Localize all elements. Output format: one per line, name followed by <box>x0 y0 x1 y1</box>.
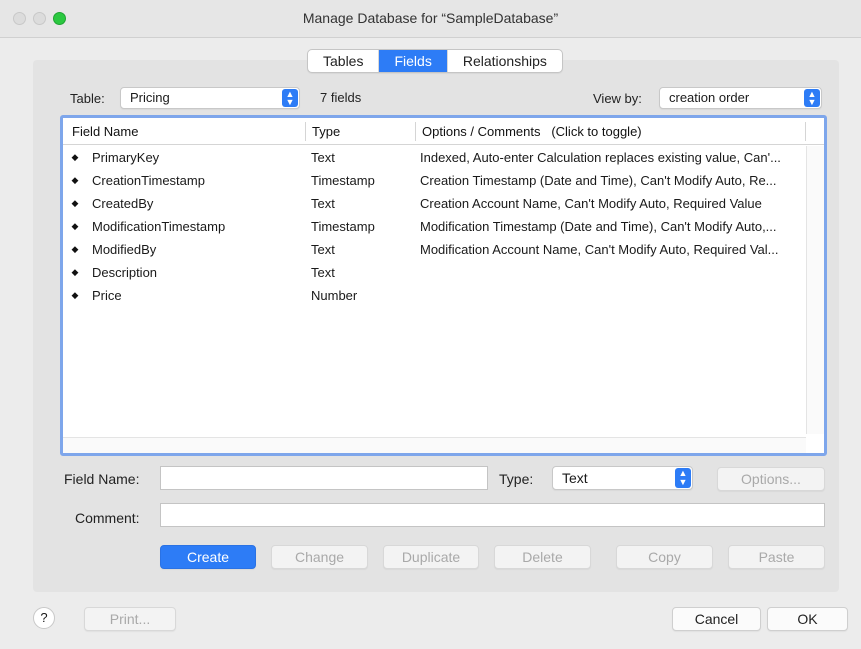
type-cell: Timestamp <box>311 173 375 188</box>
vertical-scrollbar[interactable] <box>806 146 824 434</box>
up-down-chevron-icon: ▲ ▼ <box>804 89 820 107</box>
drag-handle-icon[interactable]: ◆ <box>71 284 79 307</box>
field-name-cell: ModificationTimestamp <box>92 219 226 234</box>
field-name-cell: CreatedBy <box>92 196 154 211</box>
table-popup-value: Pricing <box>130 90 170 105</box>
drag-handle-icon[interactable]: ◆ <box>71 146 79 169</box>
print-button[interactable]: Print... <box>84 607 176 631</box>
paste-button[interactable]: Paste <box>728 545 825 569</box>
type-cell: Text <box>311 242 335 257</box>
tab-tables[interactable]: Tables <box>308 50 380 72</box>
column-divider <box>805 122 806 141</box>
field-name-label: Field Name: <box>64 471 140 487</box>
table-popup[interactable]: Pricing ▲ ▼ <box>120 87 300 109</box>
table-row[interactable]: ◆ CreationTimestamp Timestamp Creation T… <box>63 169 806 192</box>
view-by-label: View by: <box>593 91 642 106</box>
comment-input[interactable] <box>160 503 825 527</box>
view-by-popup-value: creation order <box>669 90 750 105</box>
create-button[interactable]: Create <box>160 545 256 569</box>
column-header-options[interactable]: Options / Comments (Click to toggle) <box>416 118 806 145</box>
type-cell: Text <box>311 196 335 211</box>
type-cell: Timestamp <box>311 219 375 234</box>
table-header: Field Name Type Options / Comments (Clic… <box>63 118 824 145</box>
field-name-cell: Description <box>92 265 158 280</box>
ok-button[interactable]: OK <box>767 607 848 631</box>
options-cell: Creation Timestamp (Date and Time), Can'… <box>420 173 777 188</box>
duplicate-button[interactable]: Duplicate <box>383 545 479 569</box>
field-name-input[interactable] <box>160 466 488 490</box>
drag-handle-icon[interactable]: ◆ <box>71 215 79 238</box>
manage-database-window: Manage Database for “SampleDatabase” Tab… <box>0 0 861 649</box>
field-name-cell: CreationTimestamp <box>92 173 205 188</box>
cancel-button[interactable]: Cancel <box>672 607 761 631</box>
drag-handle-icon[interactable]: ◆ <box>71 238 79 261</box>
up-down-chevron-icon: ▲ ▼ <box>675 468 691 488</box>
help-icon[interactable]: ? <box>33 607 55 629</box>
horizontal-scrollbar[interactable] <box>63 437 806 453</box>
table-body: ◆ PrimaryKey Text Indexed, Auto-enter Ca… <box>63 146 806 307</box>
copy-button[interactable]: Copy <box>616 545 713 569</box>
table-row[interactable]: ◆ ModifiedBy Text Modification Account N… <box>63 238 806 261</box>
type-cell: Text <box>311 150 335 165</box>
options-button[interactable]: Options... <box>717 467 825 491</box>
options-cell: Indexed, Auto-enter Calculation replaces… <box>420 150 781 165</box>
column-header-type[interactable]: Type <box>306 118 416 145</box>
options-cell: Creation Account Name, Can't Modify Auto… <box>420 196 762 211</box>
fields-table[interactable]: Field Name Type Options / Comments (Clic… <box>60 115 827 456</box>
table-row[interactable]: ◆ PrimaryKey Text Indexed, Auto-enter Ca… <box>63 146 806 169</box>
table-row[interactable]: ◆ ModificationTimestamp Timestamp Modifi… <box>63 215 806 238</box>
title-bar: Manage Database for “SampleDatabase” <box>0 0 861 38</box>
tab-fields[interactable]: Fields <box>379 50 448 72</box>
delete-button[interactable]: Delete <box>494 545 591 569</box>
change-button[interactable]: Change <box>271 545 368 569</box>
type-cell: Text <box>311 265 335 280</box>
table-row[interactable]: ◆ CreatedBy Text Creation Account Name, … <box>63 192 806 215</box>
comment-label: Comment: <box>75 510 140 526</box>
window-title: Manage Database for “SampleDatabase” <box>302 10 559 26</box>
field-name-cell: PrimaryKey <box>92 150 160 165</box>
field-name-cell: ModifiedBy <box>92 242 157 257</box>
view-by-popup[interactable]: creation order ▲ ▼ <box>659 87 822 109</box>
drag-handle-icon[interactable]: ◆ <box>71 261 79 284</box>
options-cell: Modification Timestamp (Date and Time), … <box>420 219 777 234</box>
tab-bar: Tables Fields Relationships <box>307 49 563 73</box>
table-row[interactable]: ◆ Description Text <box>63 261 806 284</box>
drag-handle-icon[interactable]: ◆ <box>71 169 79 192</box>
up-down-chevron-icon: ▲ ▼ <box>282 89 298 107</box>
table-label: Table: <box>70 91 105 106</box>
tab-relationships[interactable]: Relationships <box>448 50 562 72</box>
options-cell: Modification Account Name, Can't Modify … <box>420 242 779 257</box>
column-header-field-name[interactable]: Field Name <box>66 118 306 145</box>
type-popup-value: Text <box>562 470 588 486</box>
table-row[interactable]: ◆ Price Number <box>63 284 806 307</box>
field-name-cell: Price <box>92 288 122 303</box>
type-cell: Number <box>311 288 358 303</box>
drag-handle-icon[interactable]: ◆ <box>71 192 79 215</box>
type-label: Type: <box>499 471 534 487</box>
type-popup[interactable]: Text ▲ ▼ <box>552 466 693 490</box>
field-count: 7 fields <box>320 90 362 105</box>
